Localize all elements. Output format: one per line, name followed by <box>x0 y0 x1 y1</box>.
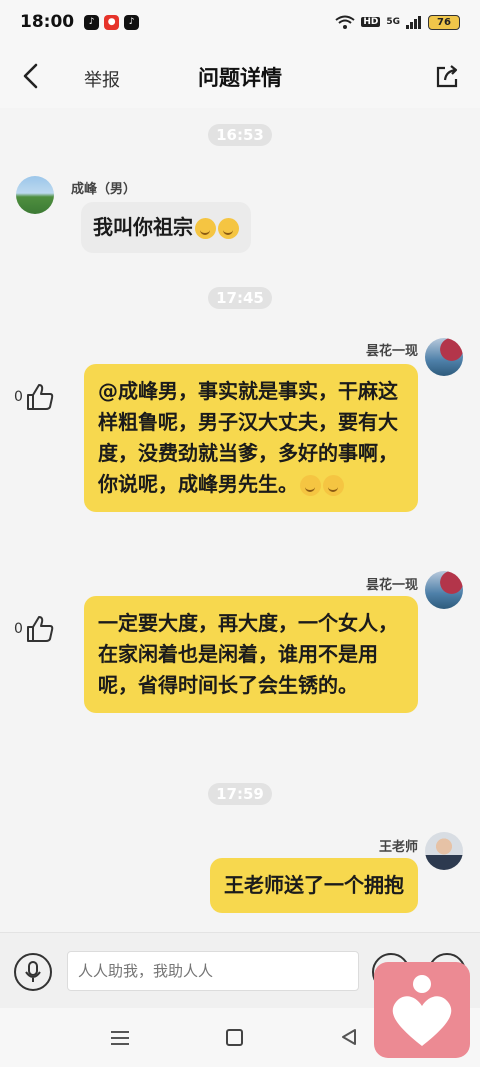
avatar[interactable] <box>16 176 54 214</box>
message-text: @成峰男，事实就是事实，干麻这样粗鲁呢，男子汉大丈夫，要有大度，没费劲就当爹，多… <box>98 379 398 496</box>
emoji-icon <box>218 218 239 239</box>
message-text: 我叫你祖宗 <box>93 215 193 239</box>
like-button[interactable]: 0 <box>14 614 55 644</box>
sender-name: 昙花一现 <box>365 578 418 593</box>
wifi-icon <box>335 15 355 29</box>
back-triangle-icon[interactable] <box>340 1028 358 1046</box>
heart-person-icon <box>392 975 452 1046</box>
timestamp-badge: 17:45 <box>0 287 480 309</box>
tiktok-icon: ♪ <box>124 14 140 30</box>
timestamp-badge: 17:59 <box>0 783 480 805</box>
message-text: 一定要大度，再大度，一个女人，在家闲着也是闲着，谁用不是用呢，省得时间长了会生锈… <box>98 611 398 697</box>
emoji-icon <box>323 475 344 496</box>
timestamp-badge: 16:53 <box>0 124 480 146</box>
like-count: 0 <box>14 389 23 405</box>
report-button[interactable]: 举报 <box>84 66 120 92</box>
hd-icon: HD <box>361 17 381 27</box>
signal-label: 5G <box>386 17 400 27</box>
avatar[interactable] <box>425 832 463 870</box>
message-bubble[interactable]: 王老师送了一个拥抱 <box>210 858 418 913</box>
emoji-icon <box>195 218 216 239</box>
tiktok-icon: ♪ <box>84 14 100 30</box>
battery-level: 76 <box>437 16 451 28</box>
like-count: 0 <box>14 621 23 637</box>
emoji-icon <box>300 475 321 496</box>
message-bubble[interactable]: 一定要大度，再大度，一个女人，在家闲着也是闲着，谁用不是用呢，省得时间长了会生锈… <box>84 596 418 713</box>
page-title: 问题详情 <box>198 66 282 90</box>
battery-icon: 76 <box>428 14 460 30</box>
top-bar: 举报 问题详情 <box>0 44 480 108</box>
message-bubble[interactable]: @成峰男，事实就是事实，干麻这样粗鲁呢，男子汉大丈夫，要有大度，没费劲就当爹，多… <box>84 364 418 512</box>
sender-name: 昙花一现 <box>365 344 418 359</box>
signal-icon <box>406 16 421 29</box>
avatar[interactable] <box>425 338 463 376</box>
weibo-icon: ● <box>104 14 120 30</box>
floating-heart-button[interactable] <box>374 962 470 1058</box>
comment-input[interactable] <box>67 951 359 991</box>
thumbs-up-icon <box>26 384 54 410</box>
like-button[interactable]: 0 <box>14 382 55 412</box>
share-icon[interactable] <box>434 64 460 90</box>
thumbs-up-icon <box>26 616 54 642</box>
menu-icon[interactable] <box>110 1030 130 1046</box>
voice-button[interactable] <box>14 953 52 991</box>
status-bar: 18:00 ♪ ● ♪ HD 5G 76 <box>0 0 480 44</box>
avatar[interactable] <box>425 571 463 609</box>
message-text: 王老师送了一个拥抱 <box>224 873 404 897</box>
status-time: 18:00 <box>20 12 75 32</box>
message-bubble[interactable]: 我叫你祖宗 <box>81 202 251 253</box>
home-icon[interactable] <box>226 1029 243 1046</box>
chat-area[interactable]: 16:53 成峰（男） 我叫你祖宗 17:45 昙花一现 0 @成峰男，事实就是… <box>0 108 480 932</box>
back-arrow-icon[interactable] <box>18 62 46 90</box>
microphone-icon <box>25 961 41 982</box>
sender-name: 成峰（男） <box>71 182 137 197</box>
sender-name: 王老师 <box>378 840 418 855</box>
